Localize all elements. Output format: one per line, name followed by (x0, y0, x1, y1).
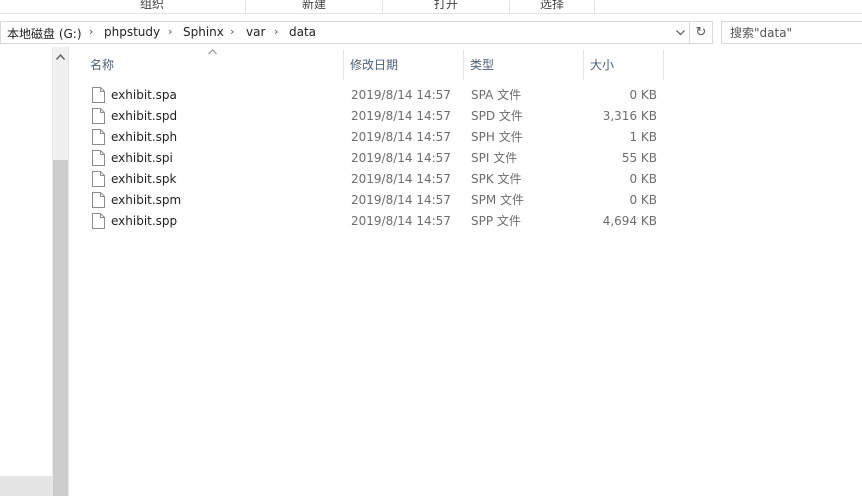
file-type: SPP 文件 (471, 214, 521, 228)
ribbon-strip: 组织 新建 打开 选择 (0, 0, 862, 14)
search-box[interactable] (721, 21, 862, 44)
file-size: 3,316 KB (602, 109, 657, 123)
scrollbar-thumb[interactable] (53, 160, 68, 496)
file-date: 2019/8/14 14:57 (351, 88, 451, 102)
chevron-right-icon[interactable]: › (230, 25, 234, 38)
file-size: 0 KB (629, 88, 657, 102)
file-row[interactable]: exhibit.spd 2019/8/14 14:57 SPD 文件 3,316… (84, 106, 664, 127)
column-header-name[interactable]: 名称 (84, 50, 344, 80)
file-name: exhibit.spp (111, 214, 178, 228)
file-type: SPI 文件 (471, 151, 518, 165)
ribbon-group-organize[interactable]: 组织 (59, 0, 246, 13)
breadcrumb-drive[interactable]: 本地磁盘 (G:) (7, 25, 82, 42)
file-type: SPK 文件 (471, 172, 522, 186)
column-header-size[interactable]: 大小 (584, 50, 664, 80)
nav-scrollbar[interactable] (52, 47, 69, 496)
file-type: SPH 文件 (471, 130, 523, 144)
file-row[interactable]: exhibit.spp 2019/8/14 14:57 SPP 文件 4,694… (84, 211, 664, 232)
ribbon-group-select[interactable]: 选择 (510, 0, 595, 13)
file-name: exhibit.spa (111, 88, 177, 102)
nav-selected-item[interactable] (0, 476, 52, 496)
file-size: 4,694 KB (602, 214, 657, 228)
breadcrumb-var[interactable]: var (246, 25, 265, 39)
file-date: 2019/8/14 14:57 (351, 130, 451, 144)
refresh-icon[interactable]: ↻ (689, 22, 712, 43)
file-size: 0 KB (629, 193, 657, 207)
chevron-right-icon[interactable]: › (89, 25, 93, 38)
file-date: 2019/8/14 14:57 (351, 151, 451, 165)
chevron-right-icon[interactable]: › (274, 25, 278, 38)
chevron-right-icon[interactable]: › (168, 25, 172, 38)
search-input[interactable] (722, 22, 862, 43)
file-date: 2019/8/14 14:57 (351, 172, 451, 186)
file-date: 2019/8/14 14:57 (351, 109, 451, 123)
file-size: 1 KB (629, 130, 657, 144)
file-name: exhibit.spm (111, 193, 182, 207)
file-row[interactable]: exhibit.spk 2019/8/14 14:57 SPK 文件 0 KB (84, 169, 664, 190)
file-name: exhibit.sph (111, 130, 178, 144)
file-name: exhibit.spk (111, 172, 177, 186)
column-header-type[interactable]: 类型 (464, 50, 584, 80)
ribbon-group-new[interactable]: 新建 (246, 0, 383, 13)
file-row[interactable]: exhibit.spi 2019/8/14 14:57 SPI 文件 55 KB (84, 148, 664, 169)
file-row[interactable]: exhibit.spa 2019/8/14 14:57 SPA 文件 0 KB (84, 85, 664, 106)
file-type: SPD 文件 (471, 109, 523, 123)
file-icon (92, 108, 105, 124)
breadcrumb-data[interactable]: data (289, 25, 316, 39)
file-row[interactable]: exhibit.sph 2019/8/14 14:57 SPH 文件 1 KB (84, 127, 664, 148)
file-type: SPA 文件 (471, 88, 522, 102)
navigation-pane[interactable] (0, 47, 69, 496)
ribbon-group-open[interactable]: 打开 (383, 0, 510, 13)
file-date: 2019/8/14 14:57 (351, 214, 451, 228)
file-icon (92, 192, 105, 208)
file-date: 2019/8/14 14:57 (351, 193, 451, 207)
file-row[interactable]: exhibit.spm 2019/8/14 14:57 SPM 文件 0 KB (84, 190, 664, 211)
file-size: 0 KB (629, 172, 657, 186)
file-type: SPM 文件 (471, 193, 525, 207)
file-name: exhibit.spi (111, 151, 173, 165)
file-name: exhibit.spd (111, 109, 178, 123)
file-icon (92, 150, 105, 166)
chevron-down-icon[interactable] (671, 22, 689, 43)
column-header-date[interactable]: 修改日期 (344, 50, 464, 80)
breadcrumb-phpstudy[interactable]: phpstudy (104, 25, 160, 39)
file-icon (92, 129, 105, 145)
file-list: exhibit.spa 2019/8/14 14:57 SPA 文件 0 KB … (84, 85, 664, 232)
scroll-up-arrow-icon[interactable] (53, 51, 68, 65)
address-bar[interactable]: 本地磁盘 (G:) › phpstudy › Sphinx › var › da… (0, 21, 713, 44)
file-size: 55 KB (621, 151, 657, 165)
file-icon (92, 213, 105, 229)
file-icon (92, 87, 105, 103)
file-icon (92, 171, 105, 187)
breadcrumb-sphinx[interactable]: Sphinx (183, 25, 224, 39)
